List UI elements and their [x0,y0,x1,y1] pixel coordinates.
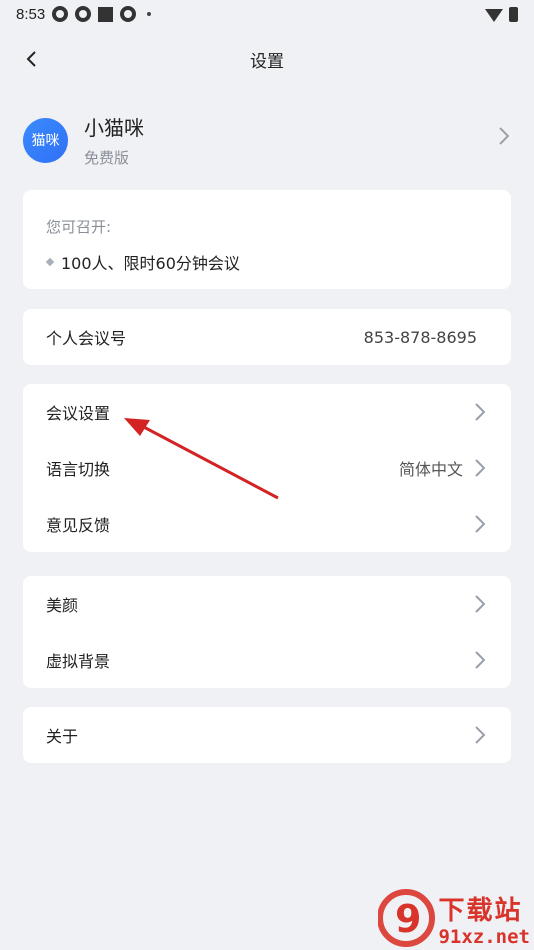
meeting-settings-row[interactable]: 会议设置 [23,384,511,440]
watermark-text: 下载站 91xz.net [438,896,530,948]
personal-meeting-card: 个人会议号 853-878-8695 [23,309,511,365]
status-bar: 8:53 [0,0,534,28]
nav-bar: 设置 [0,28,534,90]
wifi-icon [485,8,503,22]
more-notifications-icon [147,12,152,16]
virtual-background-row[interactable]: 虚拟背景 [23,632,511,688]
chevron-right-icon [473,650,487,670]
chevron-right-icon [497,126,511,146]
bullet-icon [45,257,55,267]
page-title: 设置 [250,51,284,72]
feedback-label: 意见反馈 [46,516,111,535]
watermark: 9 下载站 91xz.net [377,888,530,948]
avatar: 猫咪 [23,117,68,163]
settings-group-2: 美颜 虚拟背景 [23,576,511,688]
chevron-right-icon [473,594,487,614]
feedback-row[interactable]: 意见反馈 [23,496,511,552]
notification-square-icon [98,6,114,22]
language-label: 语言切换 [46,460,111,479]
profile-row[interactable]: 猫咪 小猫咪 免费版 [0,90,534,190]
capacity-item: 100人、限时60分钟会议 [45,250,488,274]
profile-name: 小猫咪 [84,116,144,140]
watermark-main: 下载站 [438,896,523,926]
watermark-logo-text: 9 [395,897,421,941]
beauty-label: 美颜 [46,596,79,615]
language-row[interactable]: 语言切换 简体中文 [23,440,511,496]
meeting-settings-label: 会议设置 [46,404,111,423]
about-label: 关于 [46,727,79,746]
back-arrow-icon [26,51,36,67]
personal-meeting-label: 个人会议号 [46,329,127,348]
profile-text: 小猫咪 免费版 [84,112,144,168]
back-button[interactable] [18,45,46,73]
about-row[interactable]: 关于 [23,707,511,763]
chevron-right-icon [473,458,487,478]
chevron-right-icon [473,725,487,745]
status-left: 8:53 [16,5,152,23]
battery-icon [509,6,518,22]
status-time: 8:53 [16,5,46,23]
watermark-sub: 91xz.net [438,926,530,948]
personal-meeting-row[interactable]: 个人会议号 853-878-8695 [23,309,511,365]
chevron-right-icon [473,514,487,534]
status-right [485,6,518,22]
beauty-row[interactable]: 美颜 [23,576,511,632]
virtual-background-label: 虚拟背景 [46,652,111,671]
settings-group-1: 会议设置 语言切换 简体中文 意见反馈 [23,384,511,552]
chevron-right-icon [473,402,487,422]
language-value: 简体中文 [398,460,463,479]
capacity-text: 100人、限时60分钟会议 [61,254,240,273]
meeting-capacity-card: 您可召开: 100人、限时60分钟会议 [23,190,511,289]
about-card: 关于 [23,707,511,763]
personal-meeting-id: 853-878-8695 [363,327,477,347]
profile-plan: 免费版 [84,149,130,167]
notification-icon [120,6,137,22]
notification-icon [75,6,92,22]
notification-icon [52,6,69,22]
capacity-label: 您可召开: [46,218,112,236]
watermark-logo: 9 [377,888,438,948]
